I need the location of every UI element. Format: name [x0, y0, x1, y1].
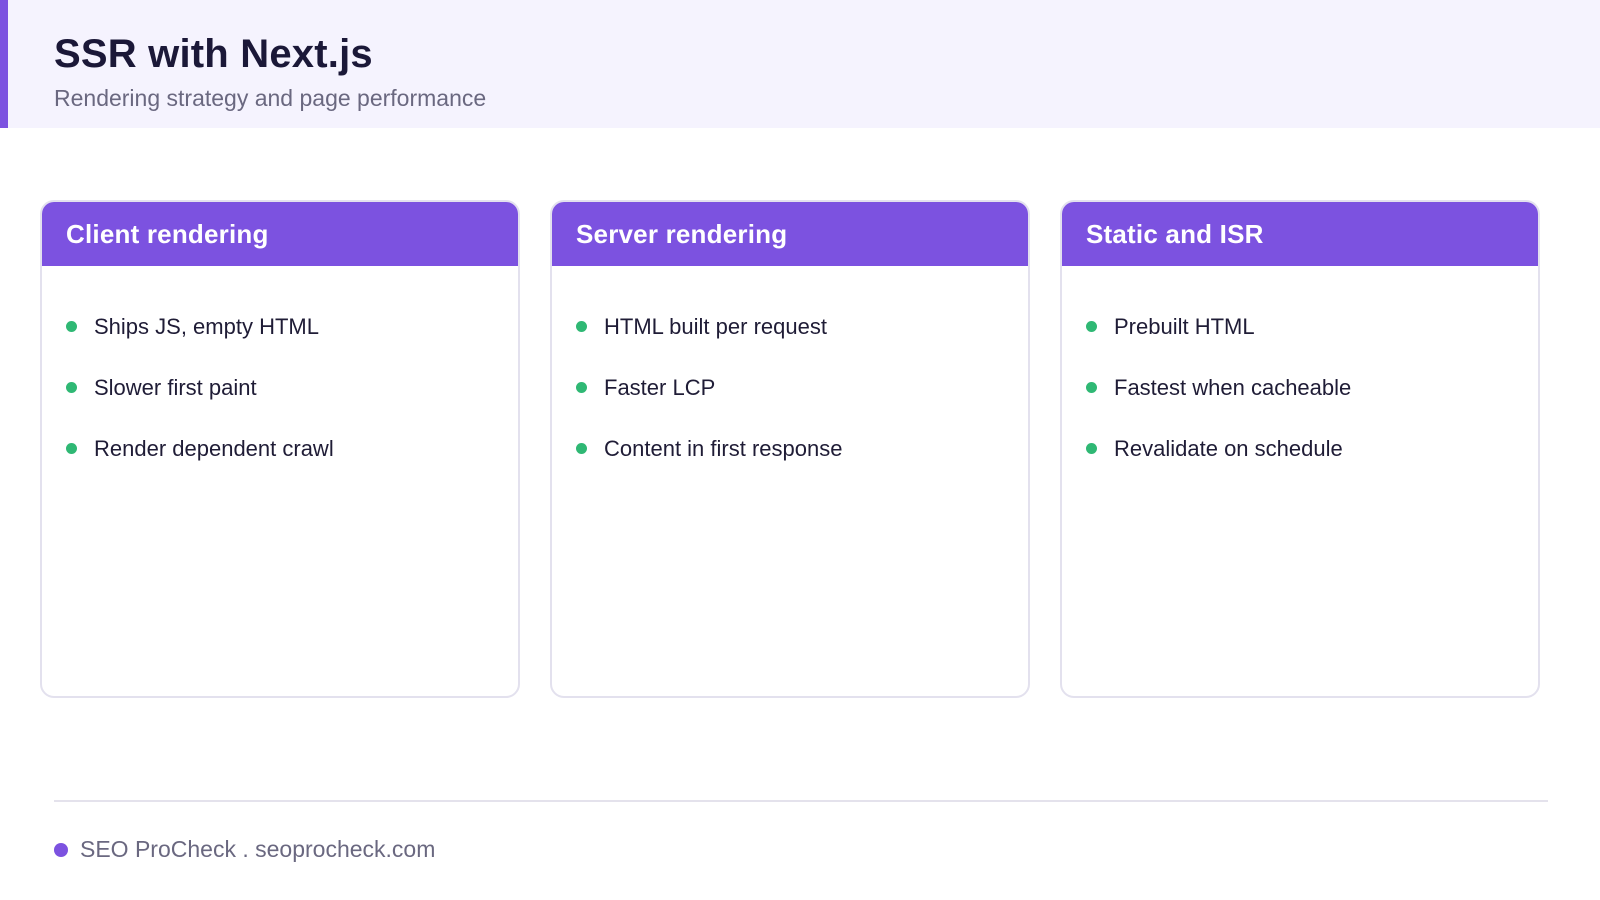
- card-header: Static and ISR: [1062, 202, 1538, 266]
- footer-divider: [54, 800, 1548, 802]
- footer: SEO ProCheck . seoprocheck.com: [54, 836, 435, 863]
- list-item: Prebuilt HTML: [1086, 296, 1538, 357]
- card-title: Static and ISR: [1086, 218, 1264, 249]
- list-item: Ships JS, empty HTML: [66, 296, 518, 357]
- bullet-dot-icon: [1086, 443, 1097, 454]
- card-header: Server rendering: [552, 202, 1028, 266]
- card-list: Prebuilt HTML Fastest when cacheable Rev…: [1062, 266, 1538, 479]
- bullet-dot-icon: [66, 382, 77, 393]
- page-subtitle: Rendering strategy and page performance: [54, 85, 487, 111]
- list-item: Content in first response: [576, 418, 1028, 479]
- page-title: SSR with Next.js: [54, 32, 373, 76]
- list-item-text: Slower first paint: [94, 374, 257, 400]
- bullet-dot-icon: [66, 443, 77, 454]
- bullet-dot-icon: [66, 321, 77, 332]
- header-accent-bar: [0, 0, 8, 128]
- card-title: Client rendering: [66, 218, 269, 249]
- list-item-text: Content in first response: [604, 435, 843, 461]
- footer-brand-text: SEO ProCheck . seoprocheck.com: [80, 836, 436, 862]
- card-title: Server rendering: [576, 218, 788, 249]
- list-item: Slower first paint: [66, 357, 518, 418]
- comparison-cards: Client rendering Ships JS, empty HTML Sl…: [40, 200, 1560, 698]
- list-item-text: Ships JS, empty HTML: [94, 313, 319, 339]
- list-item: Fastest when cacheable: [1086, 357, 1538, 418]
- list-item-text: Revalidate on schedule: [1114, 435, 1343, 461]
- card-static-and-isr: Static and ISR Prebuilt HTML Fastest whe…: [1060, 200, 1540, 698]
- card-client-rendering: Client rendering Ships JS, empty HTML Sl…: [40, 200, 520, 698]
- list-item: HTML built per request: [576, 296, 1028, 357]
- card-list: HTML built per request Faster LCP Conten…: [552, 266, 1028, 479]
- bullet-dot-icon: [576, 382, 587, 393]
- bullet-dot-icon: [576, 443, 587, 454]
- list-item-text: Prebuilt HTML: [1114, 313, 1255, 339]
- list-item: Revalidate on schedule: [1086, 418, 1538, 479]
- list-item: Render dependent crawl: [66, 418, 518, 479]
- card-header: Client rendering: [42, 202, 518, 266]
- page-header: SSR with Next.js Rendering strategy and …: [0, 0, 1600, 128]
- card-server-rendering: Server rendering HTML built per request …: [550, 200, 1030, 698]
- list-item: Faster LCP: [576, 357, 1028, 418]
- list-item-text: Render dependent crawl: [94, 435, 334, 461]
- list-item-text: Faster LCP: [604, 374, 716, 400]
- card-list: Ships JS, empty HTML Slower first paint …: [42, 266, 518, 479]
- bullet-dot-icon: [576, 321, 587, 332]
- list-item-text: Fastest when cacheable: [1114, 374, 1352, 400]
- bullet-dot-icon: [1086, 321, 1097, 332]
- bullet-dot-icon: [1086, 382, 1097, 393]
- list-item-text: HTML built per request: [604, 313, 827, 339]
- brand-dot-icon: [54, 842, 68, 857]
